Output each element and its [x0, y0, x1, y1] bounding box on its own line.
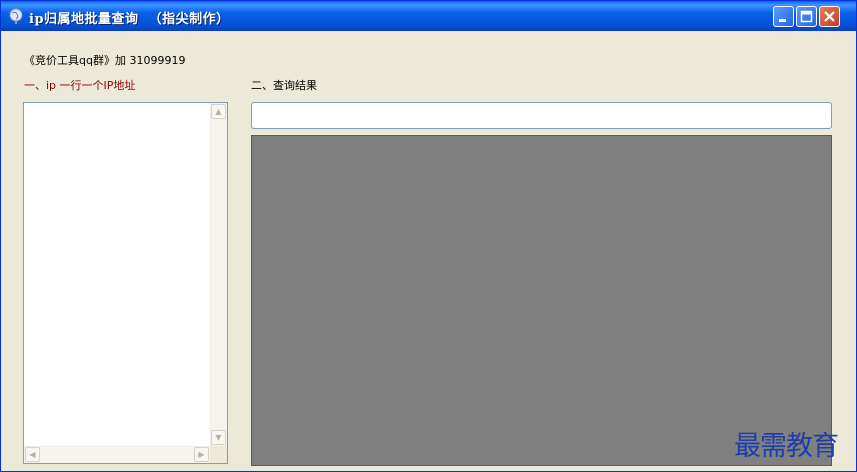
window-title: ip归属地批量查询 （指尖制作） — [29, 12, 230, 27]
watermark-text: 最需教育 — [734, 431, 839, 462]
ip-input-label: 一、ip 一行一个IP地址 — [24, 79, 136, 92]
scrollbar-corner — [210, 446, 227, 463]
scroll-right-icon[interactable]: ▶ — [194, 447, 209, 462]
group-info-text: 《竞价工具qq群》加 31099919 — [24, 54, 186, 67]
maximize-button[interactable] — [796, 6, 817, 27]
result-label: 二、查询结果 — [251, 79, 317, 92]
title-bar[interactable]: ip归属地批量查询 （指尖制作） — [1, 1, 856, 31]
maximize-icon — [800, 10, 813, 23]
vertical-scrollbar[interactable]: ▲ ▼ — [210, 103, 227, 446]
main-window: ip归属地批量查询 （指尖制作） 《竞价工具qq群》加 31099919 一、i… — [0, 0, 857, 472]
horizontal-scrollbar[interactable]: ◀ ▶ — [24, 446, 210, 463]
close-button[interactable] — [819, 6, 840, 27]
minimize-icon — [779, 19, 786, 22]
globe-icon — [9, 8, 23, 24]
minimize-button[interactable] — [773, 6, 794, 27]
close-icon — [824, 11, 835, 22]
scroll-left-icon[interactable]: ◀ — [25, 447, 40, 462]
scroll-up-icon[interactable]: ▲ — [211, 104, 226, 119]
query-results-area[interactable] — [251, 135, 832, 466]
scroll-down-icon[interactable]: ▼ — [211, 430, 226, 445]
result-text-field[interactable] — [251, 102, 832, 129]
ip-list-textarea[interactable]: ▲ ▼ ◀ ▶ — [23, 102, 228, 464]
